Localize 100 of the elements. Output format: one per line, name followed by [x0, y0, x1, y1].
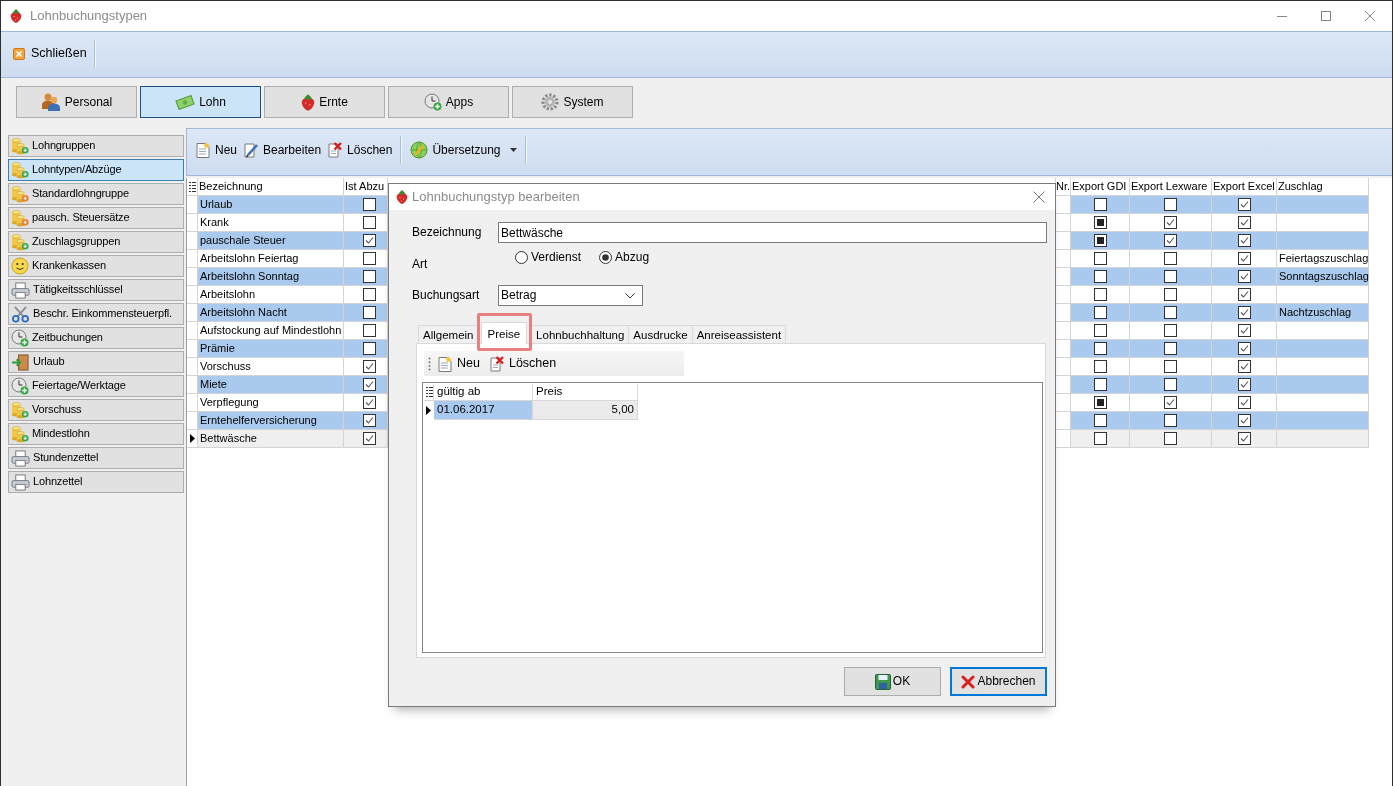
checkbox[interactable]	[1093, 288, 1107, 301]
checkbox[interactable]	[1164, 414, 1177, 427]
checkbox[interactable]	[363, 360, 376, 373]
checkbox[interactable]	[363, 306, 376, 319]
checkbox[interactable]	[363, 342, 376, 355]
sidebar-item[interactable]: Krankenkassen	[8, 255, 184, 277]
module-tab[interactable]: System	[512, 86, 633, 118]
sidebar-item[interactable]: Tätigkeitsschlüssel	[8, 279, 184, 301]
checkbox[interactable]	[1164, 198, 1177, 211]
checkbox[interactable]	[1093, 270, 1107, 283]
checkbox[interactable]	[1237, 198, 1251, 211]
radio-option[interactable]: Abzug	[599, 251, 650, 264]
sidebar-item[interactable]: Lohntypen/Abzüge	[8, 159, 184, 181]
list-icon[interactable]	[188, 181, 196, 192]
module-tab[interactable]: Lohn	[140, 86, 261, 118]
checkbox[interactable]	[1093, 234, 1107, 247]
maximize-icon[interactable]	[1321, 11, 1331, 21]
text-field[interactable]: Bettwäsche	[498, 222, 1047, 243]
checkbox[interactable]	[363, 234, 376, 247]
sidebar-item[interactable]: Feiertage/Werktage	[8, 375, 184, 397]
column-header[interactable]: Bezeichnung	[198, 178, 344, 196]
checkbox[interactable]	[1164, 216, 1177, 229]
checkbox[interactable]	[1237, 270, 1251, 283]
caret-icon[interactable]	[510, 148, 518, 152]
checkbox[interactable]	[1164, 342, 1177, 355]
checkbox[interactable]	[1164, 306, 1177, 319]
radio-button[interactable]	[515, 251, 528, 264]
checkbox[interactable]	[1164, 432, 1177, 445]
column-header[interactable]: Nr.	[1056, 178, 1071, 196]
list-icon[interactable]	[426, 387, 433, 397]
checkbox[interactable]	[363, 198, 376, 211]
column-header[interactable]: Export Lexware	[1130, 178, 1212, 196]
dialog-button[interactable]: OK	[844, 667, 941, 696]
dropdown-field[interactable]: Betrag	[498, 285, 643, 306]
checkbox[interactable]	[1237, 306, 1251, 319]
checkbox[interactable]	[1093, 414, 1107, 427]
toolbar-button[interactable]: Löschen	[324, 140, 396, 160]
checkbox[interactable]	[363, 252, 376, 265]
tab[interactable]: Anreiseassistent	[691, 325, 787, 343]
dropdown-button[interactable]: Übersetzung	[407, 139, 521, 161]
sidebar-item[interactable]: Vorschuss	[8, 399, 184, 421]
sidebar-item[interactable]: Urlaub	[8, 351, 184, 373]
toolbar-button[interactable]: Bearbeiten	[240, 140, 325, 160]
checkbox[interactable]	[363, 288, 376, 301]
tab[interactable]: Allgemein	[418, 325, 479, 343]
sidebar-item[interactable]: Lohnzettel	[8, 471, 184, 493]
checkbox[interactable]	[1237, 324, 1251, 337]
toolbar-button[interactable]: Neu	[192, 140, 240, 160]
checkbox[interactable]	[1237, 234, 1251, 247]
checkbox[interactable]	[1093, 342, 1107, 355]
sidebar-item[interactable]: Zuschlagsgruppen	[8, 231, 184, 253]
radio-option[interactable]: Verdienst	[515, 251, 582, 264]
checkbox[interactable]	[1164, 396, 1177, 409]
checkbox[interactable]	[1093, 432, 1107, 445]
checkbox[interactable]	[363, 432, 376, 445]
checkbox[interactable]	[1237, 414, 1251, 427]
module-tab[interactable]: Apps	[388, 86, 509, 118]
radio-button[interactable]	[599, 251, 613, 264]
checkbox[interactable]	[1164, 288, 1177, 301]
checkbox[interactable]	[1093, 360, 1107, 373]
dialog-button[interactable]: Abbrechen	[950, 667, 1047, 696]
checkbox[interactable]	[1237, 396, 1251, 409]
checkbox[interactable]	[1237, 252, 1251, 265]
toolbar-button[interactable]: Löschen	[485, 355, 560, 372]
checkbox[interactable]	[1093, 216, 1107, 229]
close-icon[interactable]	[1033, 191, 1045, 203]
checkbox[interactable]	[363, 414, 376, 427]
toolbar-button[interactable]: Neu	[434, 355, 483, 372]
checkbox[interactable]	[1237, 432, 1251, 445]
checkbox[interactable]	[363, 324, 376, 337]
module-tab[interactable]: Personal	[16, 86, 137, 118]
column-header[interactable]: Ist Abzu	[344, 178, 388, 196]
checkbox[interactable]	[1164, 378, 1177, 391]
column-header[interactable]: Export GDI	[1071, 178, 1130, 196]
sidebar-item[interactable]: Standardlohngruppe	[8, 183, 184, 205]
checkbox[interactable]	[1093, 198, 1107, 211]
sidebar-item[interactable]: pausch. Steuersätze	[8, 207, 184, 229]
checkbox[interactable]	[363, 270, 376, 283]
checkbox[interactable]	[1164, 324, 1177, 337]
sidebar-item[interactable]: Stundenzettel	[8, 447, 184, 469]
sidebar-item[interactable]: Beschr. Einkommensteuerpfl.	[8, 303, 184, 325]
checkbox[interactable]	[1164, 360, 1177, 373]
checkbox[interactable]	[1093, 396, 1107, 409]
checkbox[interactable]	[1164, 234, 1177, 247]
tab[interactable]: Lohnbuchhaltung	[531, 325, 630, 343]
checkbox[interactable]	[1093, 378, 1107, 391]
checkbox[interactable]	[1164, 252, 1177, 265]
checkbox[interactable]	[1164, 270, 1177, 283]
tab[interactable]: Preise	[480, 322, 528, 344]
module-tab[interactable]: Ernte	[264, 86, 385, 118]
checkbox[interactable]	[363, 396, 376, 409]
checkbox[interactable]	[1237, 288, 1251, 301]
checkbox[interactable]	[1237, 216, 1251, 229]
minimize-icon[interactable]	[1277, 15, 1287, 17]
checkbox[interactable]	[1093, 306, 1107, 319]
checkbox[interactable]	[1093, 324, 1107, 337]
checkbox[interactable]	[1237, 378, 1251, 391]
checkbox[interactable]	[363, 216, 376, 229]
checkbox[interactable]	[1237, 360, 1251, 373]
sidebar-item[interactable]: Mindestlohn	[8, 423, 184, 445]
